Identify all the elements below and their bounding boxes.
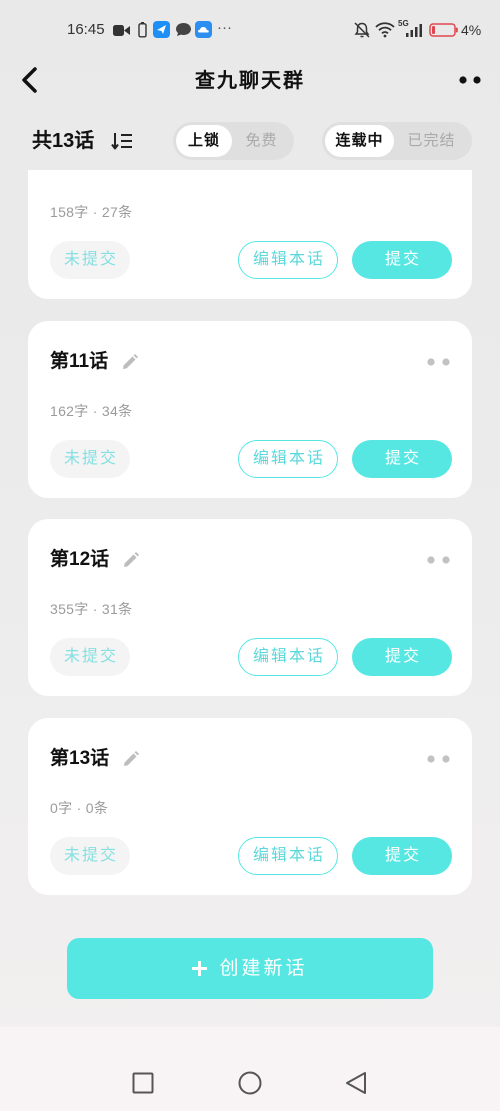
- battery-percent: 4%: [461, 22, 482, 38]
- episode-stats: 0字 · 0条: [50, 800, 109, 816]
- signal-icon: [406, 24, 422, 37]
- episode-title-row: 第12话: [50, 548, 140, 572]
- status-time: 16:45: [67, 21, 105, 38]
- plus-icon: [192, 961, 208, 976]
- episode-stats: 355字 · 31条: [50, 601, 133, 617]
- episode-title: 第12话: [50, 549, 110, 570]
- mute-icon: [354, 22, 370, 38]
- episode-card[interactable]: 第13话 0字 · 0条 未提交 编辑本话 提交: [28, 718, 472, 895]
- submit-episode-button[interactable]: 提交: [352, 638, 452, 676]
- wifi-icon: [375, 22, 395, 38]
- phone-icon: [138, 22, 147, 38]
- episode-stats: 158字 · 27条: [50, 204, 133, 220]
- back-icon[interactable]: [345, 1071, 367, 1095]
- status-more-notifications: ···: [217, 19, 232, 36]
- episode-stats: 162字 · 34条: [50, 403, 133, 419]
- video-icon: [113, 25, 130, 36]
- submit-episode-button[interactable]: 提交: [352, 241, 452, 279]
- more-icon[interactable]: [426, 355, 452, 369]
- episode-status-badge: 未提交: [50, 638, 130, 676]
- status-filter-toggle: 连载中 已完结: [322, 122, 472, 160]
- chat-icon: [176, 23, 191, 36]
- sort-icon[interactable]: [111, 131, 133, 151]
- system-nav-bar: [0, 1027, 500, 1111]
- app-screen: 16:45 ··· 5G 4% 查九聊天群 共13话 上锁 免费 连载中 已完结…: [0, 0, 500, 1111]
- episode-card[interactable]: 第11话 162字 · 34条 未提交 编辑本话 提交: [28, 321, 472, 498]
- episode-list[interactable]: 158字 · 27条 未提交 编辑本话 提交 第11话 162字 · 34条 未…: [0, 170, 500, 1027]
- create-episode-label: 创建新话: [219, 957, 308, 979]
- episode-status-badge: 未提交: [50, 241, 130, 279]
- page-title: 查九聊天群: [195, 70, 305, 92]
- more-icon[interactable]: [426, 752, 452, 766]
- status-bar: 16:45 ··· 5G 4%: [0, 0, 500, 48]
- lock-filter-free[interactable]: 免费: [232, 125, 291, 157]
- pencil-icon[interactable]: [122, 551, 140, 569]
- episode-card[interactable]: 第12话 355字 · 31条 未提交 编辑本话 提交: [28, 519, 472, 696]
- edit-episode-button[interactable]: 编辑本话: [238, 837, 338, 875]
- episode-title-row: 第11话: [50, 350, 139, 374]
- lock-filter-toggle: 上锁 免费: [173, 122, 294, 160]
- status-filter-ongoing[interactable]: 连载中: [325, 125, 394, 157]
- episode-title: 第13话: [50, 748, 110, 769]
- navigation-app-icon: [153, 21, 170, 38]
- battery-icon: [429, 23, 458, 37]
- episode-status-badge: 未提交: [50, 440, 130, 478]
- edit-episode-button[interactable]: 编辑本话: [238, 638, 338, 676]
- pencil-icon[interactable]: [121, 353, 139, 371]
- cloud-app-icon: [195, 21, 212, 38]
- nav-header: 查九聊天群: [0, 52, 500, 108]
- home-icon[interactable]: [238, 1071, 262, 1095]
- episode-title-row: 第13话: [50, 747, 140, 771]
- episode-status-badge: 未提交: [50, 837, 130, 875]
- pencil-icon[interactable]: [122, 750, 140, 768]
- filter-toolbar: 共13话 上锁 免费 连载中 已完结: [0, 112, 500, 170]
- edit-episode-button[interactable]: 编辑本话: [238, 440, 338, 478]
- episode-count: 共13话: [32, 130, 95, 152]
- status-filter-finished[interactable]: 已完结: [394, 125, 469, 157]
- more-icon[interactable]: [426, 553, 452, 567]
- episode-title: 第11话: [50, 351, 109, 372]
- lock-filter-locked[interactable]: 上锁: [176, 125, 232, 157]
- create-episode-button[interactable]: 创建新话: [67, 938, 433, 999]
- episode-card[interactable]: 158字 · 27条 未提交 编辑本话 提交: [28, 170, 472, 299]
- edit-episode-button[interactable]: 编辑本话: [238, 241, 338, 279]
- recent-apps-icon[interactable]: [132, 1072, 154, 1094]
- more-icon[interactable]: [456, 73, 484, 87]
- submit-episode-button[interactable]: 提交: [352, 440, 452, 478]
- submit-episode-button[interactable]: 提交: [352, 837, 452, 875]
